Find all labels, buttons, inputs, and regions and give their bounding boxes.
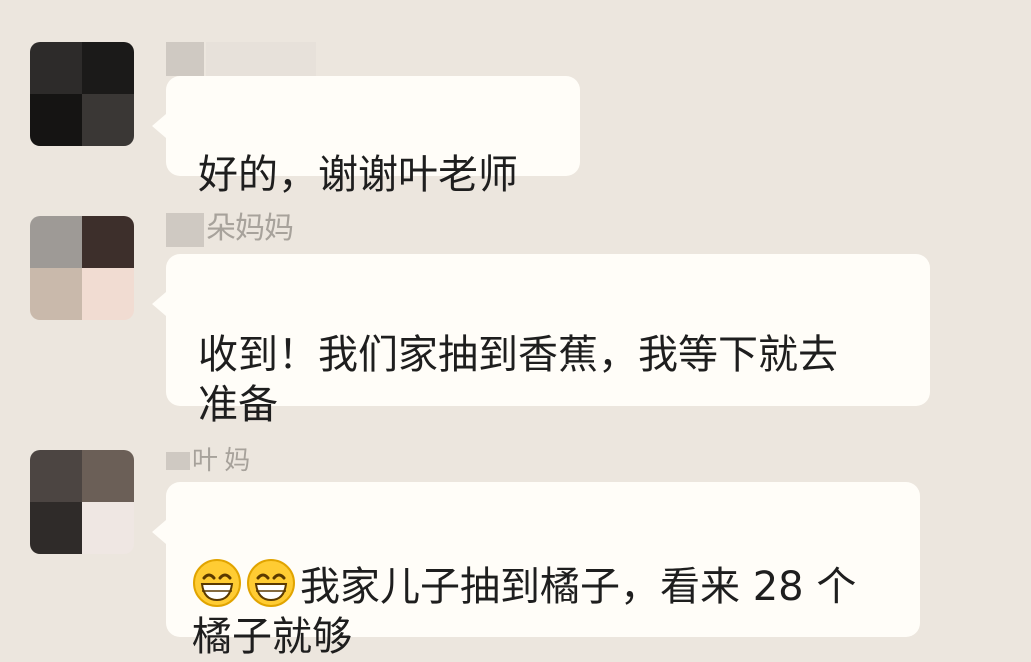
pixelated-name xyxy=(166,212,204,247)
pixelated-name xyxy=(166,41,204,76)
sender-name: 叶 妈 xyxy=(166,442,250,478)
avatar[interactable] xyxy=(30,42,134,146)
message-bubble[interactable]: 收到！我们家抽到香蕉，我等下就去 准备 xyxy=(152,254,930,428)
message-text: 好的，谢谢叶老师 xyxy=(198,152,518,198)
message-bubble[interactable]: 我家儿子抽到橘子，看来 28 个 橘子就够 xyxy=(152,482,920,660)
sender-name: 朵妈妈 xyxy=(166,211,294,247)
avatar[interactable] xyxy=(30,450,134,554)
avatar[interactable] xyxy=(30,216,134,320)
chat-window: 好的，谢谢叶老师 朵妈妈 收到！我们家抽到香蕉，我等下就去 准备 叶 妈 我家儿… xyxy=(0,0,1031,660)
pixelated-name xyxy=(206,41,316,76)
pixelated-name xyxy=(166,451,190,470)
message-bubble[interactable]: 好的，谢谢叶老师 xyxy=(152,76,580,198)
sender-name xyxy=(166,40,318,76)
message-text: 收到！我们家抽到香蕉，我等下就去 准备 xyxy=(198,332,838,428)
grinning-face-icon xyxy=(247,559,295,607)
grinning-face-icon xyxy=(193,559,241,607)
